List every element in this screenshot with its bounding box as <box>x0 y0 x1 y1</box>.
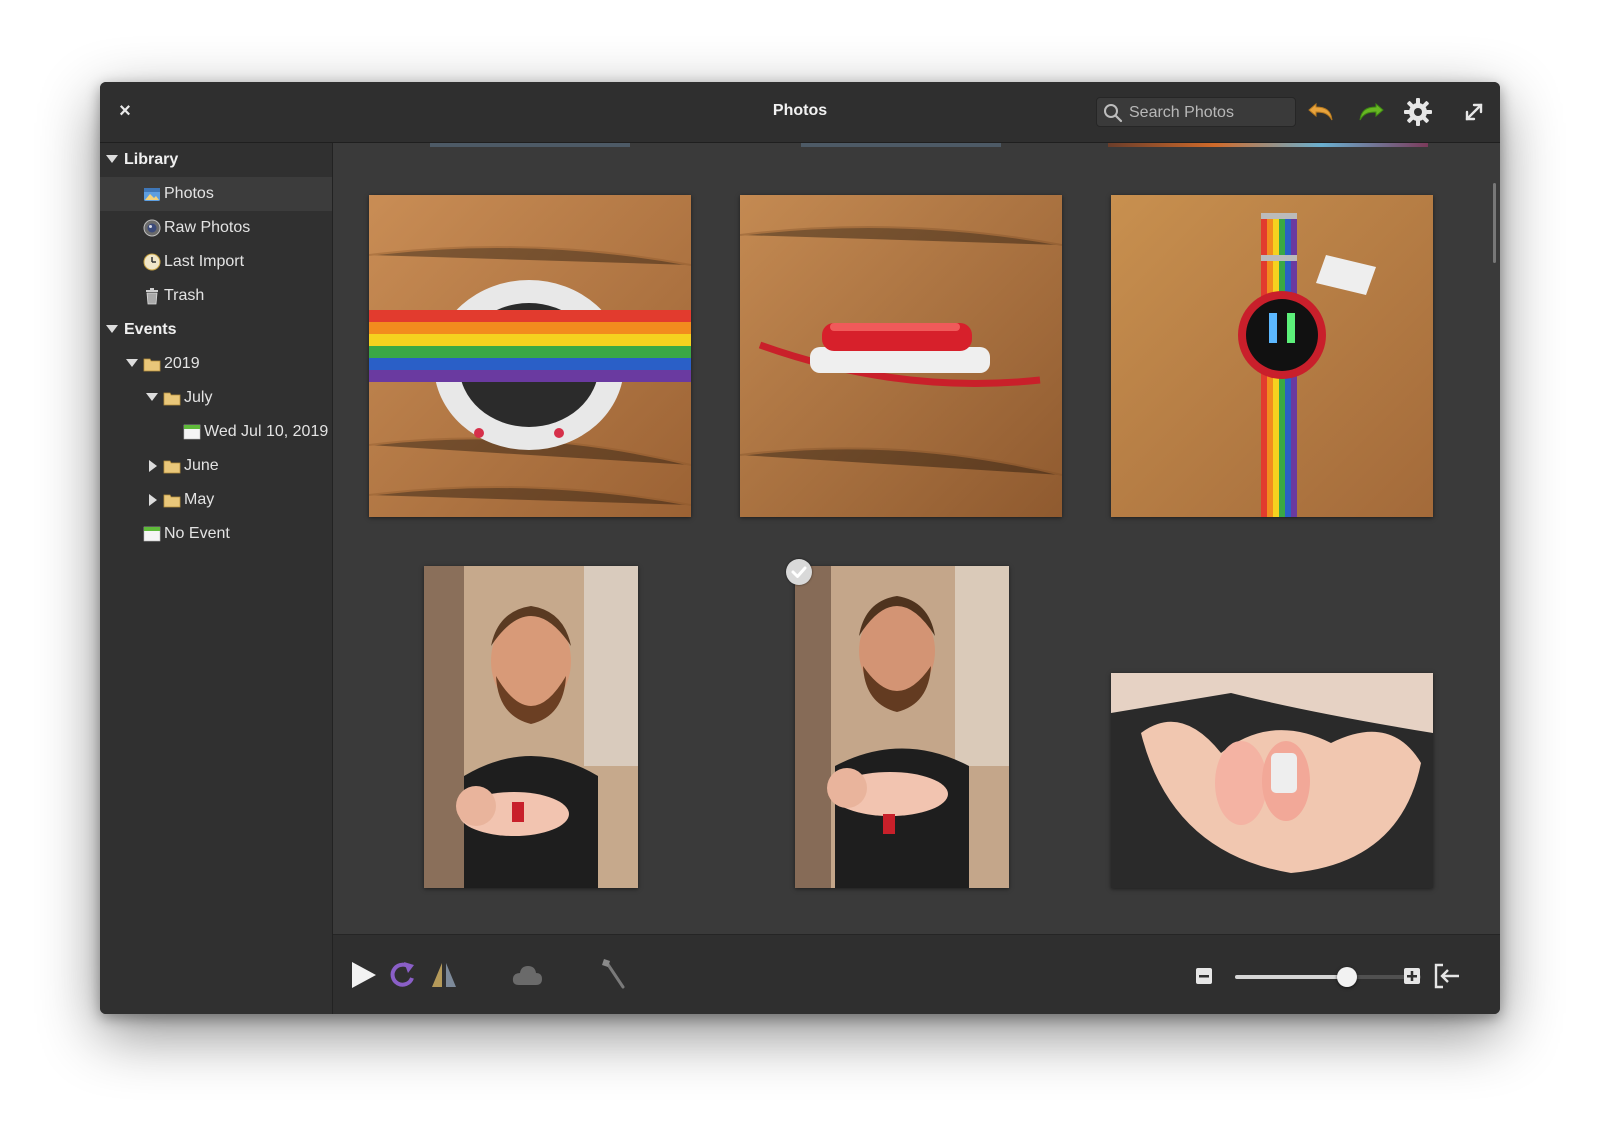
photo-thumbnail-partial[interactable] <box>1108 143 1428 147</box>
sidebar-item-no-event[interactable]: No Event <box>100 517 332 551</box>
photo-thumbnail[interactable] <box>1111 195 1433 517</box>
action-bar <box>333 934 1500 1014</box>
search-icon <box>1104 104 1123 123</box>
redo-icon[interactable] <box>1354 96 1386 128</box>
folder-icon <box>163 460 181 474</box>
event-icon <box>143 526 161 542</box>
scrollbar[interactable] <box>1493 183 1496 263</box>
search-box[interactable] <box>1096 97 1296 127</box>
event-icon <box>183 424 201 440</box>
sidebar-item-trash[interactable]: Trash <box>100 279 332 313</box>
zoom-slider-knob[interactable] <box>1336 967 1357 987</box>
folder-icon <box>143 358 161 372</box>
header-bar: × Photos <box>100 82 1500 143</box>
photo-thumbnail[interactable] <box>740 195 1062 517</box>
chevron-down-icon[interactable] <box>126 359 138 367</box>
sidebar-item-2019[interactable]: 2019 <box>100 347 332 381</box>
search-input[interactable] <box>1127 101 1291 125</box>
raw-photos-icon <box>143 219 161 237</box>
sidebar-item-may[interactable]: May <box>100 483 332 517</box>
sidebar-header-events[interactable]: Events <box>100 313 332 347</box>
chevron-down-icon[interactable] <box>106 155 118 163</box>
rotate-icon[interactable] <box>389 959 417 991</box>
sidebar-toggle-icon[interactable] <box>1433 963 1461 989</box>
flip-icon[interactable] <box>429 959 459 991</box>
sidebar-item-event-jul-10[interactable]: Wed Jul 10, 2019 <box>100 415 332 449</box>
play-icon[interactable] <box>347 959 379 991</box>
sidebar-item-label: Raw Photos <box>164 219 251 236</box>
sidebar-item-label: Trash <box>164 287 205 304</box>
sidebar-item-last-import[interactable]: Last Import <box>100 245 332 279</box>
sidebar-item-label: May <box>184 491 215 508</box>
photo-thumbnail[interactable] <box>795 566 1009 888</box>
sidebar-item-photos[interactable]: Photos <box>100 177 332 211</box>
zoom-out-icon[interactable] <box>1195 967 1213 985</box>
sidebar-header-label: Events <box>124 321 177 338</box>
folder-icon <box>163 392 181 406</box>
sidebar-item-label: July <box>184 389 213 406</box>
selected-check-icon[interactable] <box>786 559 812 585</box>
sidebar-header-library[interactable]: Library <box>100 143 332 177</box>
enhance-icon[interactable] <box>599 957 629 991</box>
sidebar-header-label: Library <box>124 151 179 168</box>
photo-thumbnail-partial[interactable] <box>801 143 1001 147</box>
sidebar-item-label: 2019 <box>164 355 200 372</box>
zoom-slider[interactable] <box>1235 967 1421 987</box>
photo-thumbnail-partial[interactable] <box>430 143 630 147</box>
chevron-right-icon[interactable] <box>149 494 157 506</box>
photos-window: × Photos Search Photos Library Photos Ra… <box>100 82 1500 1014</box>
sidebar-item-label: Wed Jul 10, 2019 <box>204 423 329 440</box>
cloud-icon[interactable] <box>511 963 543 987</box>
sidebar: Library Photos Raw Photos Last Import Tr… <box>100 143 333 1014</box>
photos-icon <box>144 188 160 201</box>
photo-grid <box>333 143 1500 934</box>
sidebar-item-label: June <box>184 457 219 474</box>
zoom-in-icon[interactable] <box>1403 967 1421 985</box>
gear-icon[interactable] <box>1402 96 1434 128</box>
photo-thumbnail[interactable] <box>369 195 691 517</box>
chevron-right-icon[interactable] <box>149 460 157 472</box>
folder-icon <box>163 494 181 508</box>
undo-icon[interactable] <box>1306 96 1338 128</box>
sidebar-item-label: Last Import <box>164 253 245 270</box>
sidebar-item-june[interactable]: June <box>100 449 332 483</box>
trash-icon <box>146 288 158 305</box>
last-import-icon <box>143 253 161 271</box>
photo-thumbnail[interactable] <box>424 566 638 888</box>
chevron-down-icon[interactable] <box>146 393 158 401</box>
chevron-down-icon[interactable] <box>106 325 118 333</box>
sidebar-item-label: No Event <box>164 525 230 542</box>
fullscreen-icon[interactable] <box>1458 96 1490 128</box>
zoom-slider-fill <box>1235 975 1347 979</box>
photo-thumbnail[interactable] <box>1111 673 1433 888</box>
sidebar-item-july[interactable]: July <box>100 381 332 415</box>
sidebar-item-label: Photos <box>164 185 214 202</box>
sidebar-item-raw-photos[interactable]: Raw Photos <box>100 211 332 245</box>
